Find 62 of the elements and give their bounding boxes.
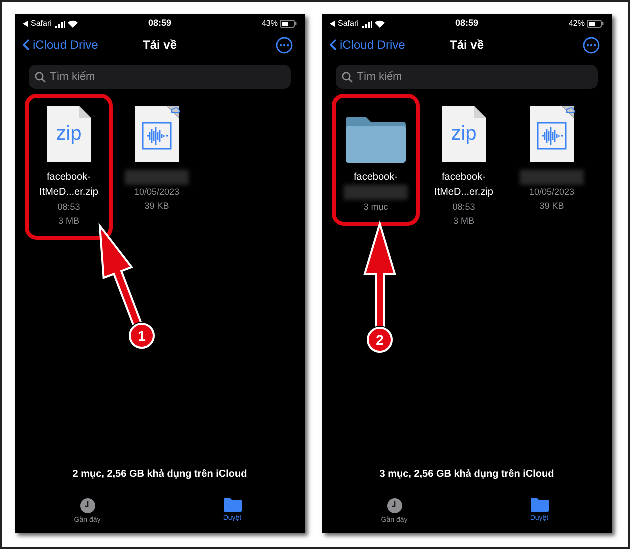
file-name: facebook-: [47, 171, 91, 185]
file-name: ItMeD...er.zip: [40, 186, 98, 200]
status-time: 08:59: [455, 17, 479, 30]
chevron-left-icon: [330, 39, 337, 51]
file-icon-label: zip: [55, 123, 83, 145]
search-field[interactable]: Tìm kiếm: [29, 65, 291, 89]
clock-icon: [80, 498, 96, 514]
chevron-left-icon: [23, 39, 30, 51]
folder-title: Tải về: [450, 37, 484, 54]
file-item[interactable]: zip facebook- ItMeD...er.zip 08:53 3 MB: [25, 94, 113, 240]
file-item[interactable]: 10/05/2023 39 KB: [113, 94, 201, 225]
folder-icon: [346, 117, 406, 163]
audio-file-icon: [134, 105, 180, 163]
zip-file-icon: [46, 105, 92, 163]
file-name: facebook-: [442, 171, 486, 185]
search-input[interactable]: Tìm kiếm: [357, 68, 557, 86]
more-options-icon[interactable]: [276, 36, 293, 54]
more-options-icon[interactable]: [583, 36, 600, 54]
signal-icon: [362, 20, 372, 28]
battery-icon: [587, 20, 604, 28]
folder-title: Tải về: [142, 37, 178, 54]
status-time: 08:59: [148, 17, 172, 30]
file-date: 10/05/2023: [529, 186, 575, 199]
back-button[interactable]: iCloud Drive: [330, 36, 406, 54]
signal-icon: [54, 20, 65, 28]
file-date: 10/05/2023: [134, 186, 180, 199]
zip-file-icon: [441, 105, 487, 163]
storage-summary: 2 mục, 2,56 GB khả dụng trên iCloud: [72, 468, 248, 482]
step-number-badge: 1: [129, 323, 155, 349]
file-item[interactable]: 10/05/2023 39 KB: [508, 94, 596, 225]
step-number-badge: 2: [367, 327, 393, 353]
wifi-icon: [68, 20, 78, 28]
search-input[interactable]: Tìm kiếm: [50, 68, 250, 86]
battery-percent: 42%: [568, 18, 585, 30]
file-size: 3 MB: [58, 215, 80, 228]
back-button[interactable]: iCloud Drive: [23, 36, 98, 54]
clock-icon: [386, 498, 402, 514]
file-item[interactable]: zip facebook- ItMeD...er.zip 08:53 3 MB: [420, 94, 508, 240]
file-date: 08:53: [58, 201, 80, 214]
file-size: 39 KB: [144, 200, 170, 213]
battery-percent: 43%: [262, 18, 278, 30]
search-icon: [35, 72, 46, 82]
status-back-app[interactable]: Safari: [338, 18, 359, 30]
wifi-icon: [374, 20, 385, 28]
file-size: 39 KB: [540, 200, 564, 213]
search-icon: [342, 72, 353, 82]
file-name: ItMeD...er.zip: [434, 186, 494, 200]
folder-icon: [530, 498, 548, 512]
file-name: facebook-: [354, 171, 398, 185]
item-count: 3 mục: [364, 201, 388, 214]
back-triangle-icon: [330, 21, 335, 27]
back-triangle-icon: [23, 21, 28, 27]
file-icon-label: zip: [450, 123, 478, 145]
folder-icon: [224, 498, 242, 512]
status-back-app[interactable]: Safari: [31, 18, 52, 30]
storage-summary: 3 mục, 2,56 GB khả dụng trên iCloud: [380, 468, 554, 482]
search-field[interactable]: Tìm kiếm: [336, 65, 598, 89]
battery-icon: [280, 20, 297, 28]
file-size: 3 MB: [453, 215, 474, 228]
file-date: 08:53: [452, 201, 476, 214]
file-item[interactable]: facebook- 3 mục: [332, 94, 420, 226]
audio-file-icon: [529, 105, 575, 163]
